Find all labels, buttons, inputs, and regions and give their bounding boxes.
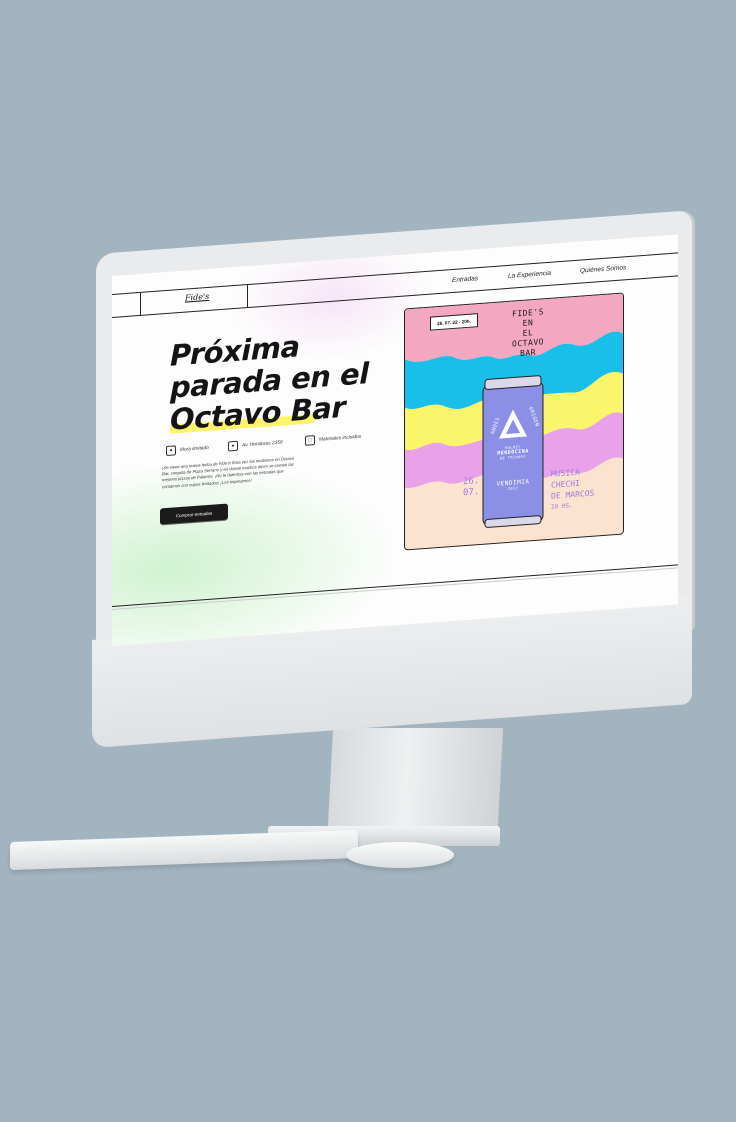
nav-link-quienes-somos[interactable]: Quiénes Somos [580, 264, 626, 274]
location-pin-icon: ● [228, 440, 238, 452]
hero-title: Próxima parada en el Octavo Bar [170, 325, 369, 437]
feature-label: Materiales incluidos [319, 434, 362, 443]
site-logo[interactable]: Fide's [185, 292, 209, 303]
feature-address: ● Av. Honduras 2356 [228, 437, 283, 452]
feature-label: Av. Honduras 2356 [242, 439, 283, 448]
can-label: MALBEC MENDOCINA DE TRIUNFO VENDIMIA 202… [485, 443, 541, 492]
poster-title: FIDE'S EN EL OCTAVO BAR [503, 307, 553, 361]
keyboard [10, 829, 358, 871]
feature-cupo: ● Mora limitado [166, 443, 209, 457]
nav-link-la-experiencia[interactable]: La Experiencia [508, 270, 551, 280]
poster-event-info: MUSICA CHECHI DE MARCOS 20 HS. [551, 466, 594, 513]
nav-link-entradas[interactable]: Entradas [452, 275, 478, 284]
website-screen: Fide's Entradas La Experiencia Quiénes S… [112, 234, 678, 647]
user-icon: ● [166, 445, 176, 457]
poster-date: 26. 07. [463, 476, 479, 499]
mouse [346, 842, 454, 868]
event-poster: FIDE'S EN EL OCTAVO BAR ANDES ORIGEN MAL… [404, 292, 624, 551]
feature-materials: □ Materiales incluidos [305, 432, 361, 446]
feature-label: Mora limitado [180, 445, 209, 453]
box-icon: □ [305, 435, 315, 446]
poster-date-line: 07. [463, 487, 480, 499]
